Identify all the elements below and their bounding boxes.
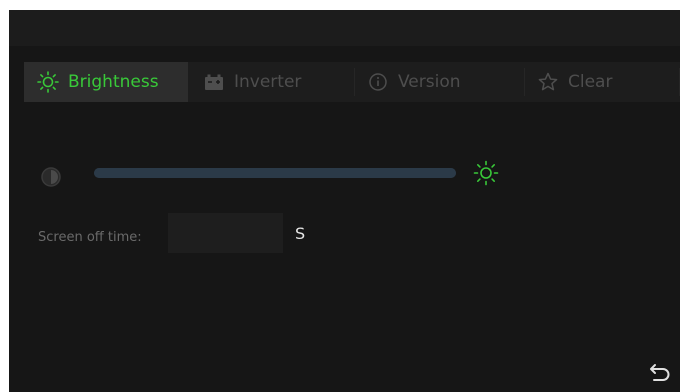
- tab-bar: Brightness Inverter Version Clear: [24, 62, 680, 102]
- tab-inverter-label: Inverter: [234, 72, 302, 92]
- screen-off-time-label: Screen off time:: [38, 230, 142, 245]
- screen-off-time-unit: S: [295, 224, 306, 243]
- tab-version-label: Version: [398, 72, 461, 92]
- back-icon[interactable]: [648, 362, 672, 384]
- screen-off-time-input[interactable]: [168, 213, 283, 253]
- info-icon: [366, 70, 390, 94]
- sun-icon: [36, 70, 60, 94]
- tab-brightness-label: Brightness: [68, 72, 159, 92]
- settings-screen: Brightness Inverter Version Clear Screen…: [9, 10, 680, 392]
- tab-inverter[interactable]: Inverter: [202, 62, 342, 102]
- tab-brightness[interactable]: Brightness: [24, 62, 188, 102]
- brightness-slider-fill: [94, 168, 456, 178]
- tab-separator: [524, 68, 525, 96]
- star-icon: [536, 70, 560, 94]
- battery-icon: [202, 70, 226, 94]
- contrast-icon: [40, 166, 62, 188]
- top-bar: [9, 10, 680, 46]
- tab-separator: [679, 68, 680, 96]
- tab-separator: [354, 68, 355, 96]
- brightness-max-icon: [472, 159, 500, 187]
- brightness-slider[interactable]: [94, 168, 456, 178]
- tab-version[interactable]: Version: [366, 62, 516, 102]
- tab-clear[interactable]: Clear: [536, 62, 676, 102]
- tab-clear-label: Clear: [568, 72, 613, 92]
